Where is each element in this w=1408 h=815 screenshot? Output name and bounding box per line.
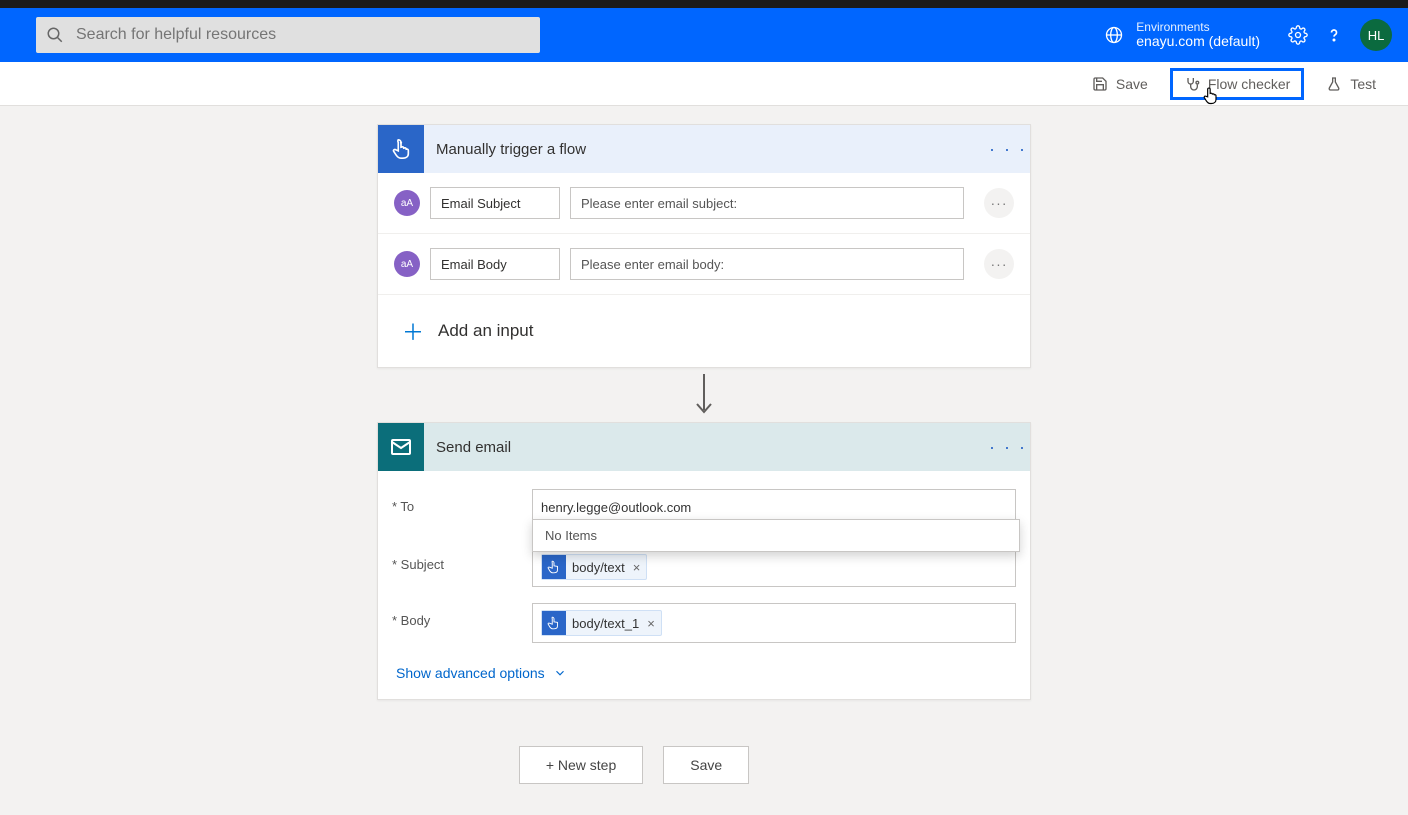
search-input[interactable] bbox=[76, 26, 530, 44]
action-card-header[interactable]: Send email · · · bbox=[378, 423, 1030, 471]
text-type-icon: aA bbox=[394, 251, 420, 277]
token-trigger-icon bbox=[542, 555, 566, 579]
subject-label: * Subject bbox=[392, 547, 532, 572]
input-name-field[interactable]: Email Body bbox=[430, 248, 560, 280]
token-remove-button[interactable]: × bbox=[647, 616, 655, 631]
manual-trigger-icon bbox=[378, 125, 424, 173]
editor-toolbar: Save Flow checker Test bbox=[0, 62, 1408, 106]
add-input-label: Add an input bbox=[438, 321, 533, 341]
advanced-options-label: Show advanced options bbox=[396, 665, 545, 681]
stethoscope-icon bbox=[1184, 76, 1200, 92]
cursor-pointer-icon bbox=[1201, 85, 1221, 107]
footer-buttons: + New step Save bbox=[519, 746, 749, 784]
trigger-input-row: aA Email Subject Please enter email subj… bbox=[378, 173, 1030, 234]
trigger-more-button[interactable]: · · · bbox=[986, 139, 1030, 160]
environment-picker[interactable]: Environments enayu.com (default) bbox=[1104, 21, 1260, 50]
token-text: body/text_1 bbox=[572, 616, 639, 631]
save-flow-button[interactable]: Save bbox=[663, 746, 749, 784]
input-name-field[interactable]: Email Subject bbox=[430, 187, 560, 219]
trigger-title: Manually trigger a flow bbox=[424, 141, 986, 158]
token-text: body/text bbox=[572, 560, 625, 575]
input-row-more-button[interactable]: ··· bbox=[984, 249, 1014, 279]
to-field-row: * To henry.legge@outlook.com No Items bbox=[392, 481, 1016, 533]
add-input-button[interactable]: ＋ Add an input bbox=[378, 295, 1030, 367]
dropdown-no-items: No Items bbox=[533, 520, 1019, 551]
to-input-value: henry.legge@outlook.com bbox=[541, 500, 691, 515]
send-email-icon bbox=[378, 423, 424, 471]
help-button[interactable] bbox=[1316, 25, 1352, 45]
environment-label: Environments bbox=[1136, 21, 1260, 34]
save-button[interactable]: Save bbox=[1078, 68, 1162, 100]
plus-icon: ＋ bbox=[402, 315, 424, 347]
input-placeholder-field[interactable]: Please enter email body: bbox=[570, 248, 964, 280]
search-box[interactable] bbox=[36, 17, 540, 53]
action-more-button[interactable]: · · · bbox=[986, 437, 1030, 458]
flow-canvas: Manually trigger a flow · · · aA Email S… bbox=[0, 106, 1408, 815]
show-advanced-options-link[interactable]: Show advanced options bbox=[392, 651, 1016, 681]
help-icon bbox=[1324, 25, 1344, 45]
flask-icon bbox=[1326, 76, 1342, 92]
trigger-card-header[interactable]: Manually trigger a flow · · · bbox=[378, 125, 1030, 173]
test-button[interactable]: Test bbox=[1312, 68, 1390, 100]
globe-icon bbox=[1104, 25, 1124, 45]
app-header: Environments enayu.com (default) HL bbox=[0, 8, 1408, 62]
dynamic-content-token[interactable]: body/text × bbox=[541, 554, 647, 580]
token-trigger-icon bbox=[542, 611, 566, 635]
browser-chrome-strip bbox=[0, 0, 1408, 8]
trigger-card: Manually trigger a flow · · · aA Email S… bbox=[377, 124, 1031, 368]
save-label: Save bbox=[1116, 76, 1148, 92]
body-input[interactable]: body/text_1 × bbox=[532, 603, 1016, 643]
connector-arrow-icon bbox=[692, 372, 716, 418]
chevron-down-icon bbox=[553, 666, 567, 680]
search-icon bbox=[46, 26, 64, 44]
test-label: Test bbox=[1350, 76, 1376, 92]
subject-input[interactable]: body/text × bbox=[532, 547, 1016, 587]
token-remove-button[interactable]: × bbox=[633, 560, 641, 575]
trigger-input-row: aA Email Body Please enter email body: ·… bbox=[378, 234, 1030, 295]
action-card: Send email · · · * To henry.legge@outloo… bbox=[377, 422, 1031, 700]
input-row-more-button[interactable]: ··· bbox=[984, 188, 1014, 218]
gear-icon bbox=[1288, 25, 1308, 45]
new-step-button[interactable]: + New step bbox=[519, 746, 643, 784]
environment-name: enayu.com (default) bbox=[1136, 34, 1260, 49]
body-label: * Body bbox=[392, 603, 532, 628]
user-avatar[interactable]: HL bbox=[1360, 19, 1392, 51]
text-type-icon: aA bbox=[394, 190, 420, 216]
input-placeholder-field[interactable]: Please enter email subject: bbox=[570, 187, 964, 219]
flow-checker-button[interactable]: Flow checker bbox=[1170, 68, 1304, 100]
to-label: * To bbox=[392, 489, 532, 514]
body-field-row: * Body body/text_1 × bbox=[392, 595, 1016, 651]
save-icon bbox=[1092, 76, 1108, 92]
settings-button[interactable] bbox=[1280, 25, 1316, 45]
to-suggestions-dropdown: No Items bbox=[532, 519, 1020, 552]
action-title: Send email bbox=[424, 439, 986, 456]
dynamic-content-token[interactable]: body/text_1 × bbox=[541, 610, 662, 636]
